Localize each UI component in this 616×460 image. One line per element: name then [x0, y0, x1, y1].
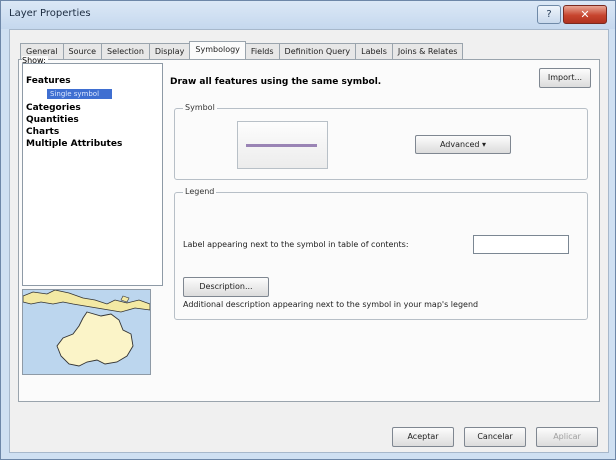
advanced-button[interactable]: Advanced ▾ — [415, 135, 511, 154]
symbol-group-title: Symbol — [183, 103, 217, 112]
window-title: Layer Properties — [9, 8, 91, 19]
show-item-quantities[interactable]: Quantities — [26, 115, 79, 125]
help-icon: ? — [546, 9, 552, 20]
dialog-body: General Source Selection Display Symbolo… — [9, 29, 609, 453]
tab-fields[interactable]: Fields — [244, 43, 280, 59]
show-item-categories[interactable]: Categories — [26, 103, 81, 113]
description-button[interactable]: Description... — [183, 277, 269, 297]
title-bar[interactable]: Layer Properties ? ✕ — [1, 1, 615, 29]
import-button[interactable]: Import... — [539, 68, 591, 88]
symbology-headline: Draw all features using the same symbol. — [170, 77, 382, 87]
close-icon: ✕ — [580, 8, 590, 21]
preview-map-image — [22, 289, 151, 375]
layer-properties-window: Layer Properties ? ✕ General Source Sele… — [0, 0, 616, 460]
tab-joins-relates[interactable]: Joins & Relates — [391, 43, 464, 59]
close-button[interactable]: ✕ — [563, 5, 607, 24]
cancel-button[interactable]: Cancelar — [464, 427, 526, 447]
show-item-features[interactable]: Features — [26, 76, 71, 86]
line-symbol-swatch — [246, 144, 317, 147]
show-list[interactable]: Features Single symbol Categories Quanti… — [22, 63, 163, 286]
legend-label-caption: Label appearing next to the symbol in ta… — [183, 240, 409, 249]
help-button[interactable]: ? — [537, 5, 561, 24]
apply-button[interactable]: Aplicar — [536, 427, 598, 447]
description-hint: Additional description appearing next to… — [183, 300, 479, 309]
legend-label-input[interactable] — [473, 235, 569, 254]
tab-strip: General Source Selection Display Symbolo… — [20, 41, 464, 59]
tab-selection[interactable]: Selection — [101, 43, 150, 59]
show-item-single-symbol[interactable]: Single symbol — [47, 89, 112, 99]
tab-definition-query[interactable]: Definition Query — [278, 43, 357, 59]
show-item-charts[interactable]: Charts — [26, 127, 59, 137]
map-thumbnail-icon — [23, 290, 150, 374]
legend-group: Legend Label appearing next to the symbo… — [174, 187, 588, 320]
show-item-multiple-attributes[interactable]: Multiple Attributes — [26, 139, 122, 149]
legend-group-title: Legend — [183, 187, 217, 196]
symbol-group: Symbol Advanced ▾ — [174, 103, 588, 180]
symbology-panel: Show: Features Single symbol Categories … — [18, 56, 600, 402]
tab-source[interactable]: Source — [62, 43, 103, 59]
symbol-preview-button[interactable] — [237, 121, 328, 169]
tab-symbology[interactable]: Symbology — [189, 41, 246, 59]
tab-labels[interactable]: Labels — [355, 43, 393, 59]
ok-button[interactable]: Aceptar — [392, 427, 454, 447]
tab-display[interactable]: Display — [148, 43, 191, 59]
